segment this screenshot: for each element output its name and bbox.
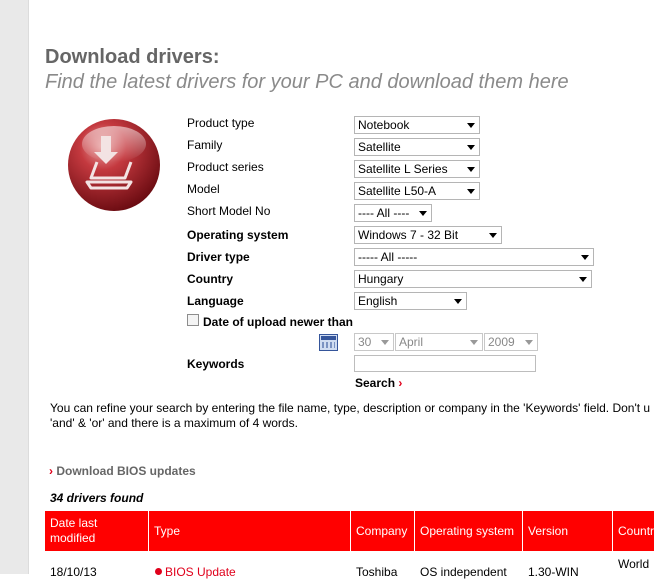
column-header-company[interactable]: Company (351, 511, 415, 551)
model-label: Model (187, 182, 220, 196)
search-help-line-1: You can refine your search by entering t… (50, 401, 651, 415)
calendar-header (321, 336, 336, 340)
chevron-down-icon (470, 340, 478, 345)
short-model-no-select[interactable]: ---- All ---- (354, 204, 432, 222)
operating-system-value: Windows 7 - 32 Bit (358, 228, 459, 242)
operating-system-label: Operating system (187, 228, 289, 242)
family-value: Satellite (358, 140, 401, 154)
product-type-select[interactable]: Notebook (354, 116, 480, 134)
chevron-right-icon: › (398, 376, 403, 390)
left-page-margin (0, 0, 29, 574)
column-header-date[interactable]: Date last modified (45, 511, 149, 551)
chevron-down-icon (467, 189, 475, 194)
keywords-label: Keywords (187, 357, 245, 371)
calendar-grid (322, 342, 335, 348)
model-select[interactable]: Satellite L50-A (354, 182, 480, 200)
upload-day-select[interactable]: 30 (354, 333, 394, 351)
chevron-down-icon (489, 233, 497, 238)
search-label: Search (355, 376, 396, 390)
family-label: Family (187, 138, 223, 152)
chevron-down-icon (467, 145, 475, 150)
download-notebook-icon (68, 119, 160, 211)
download-bios-updates-label: Download BIOS updates (56, 464, 196, 478)
operating-system-select[interactable]: Windows 7 - 32 Bit (354, 226, 502, 244)
chevron-down-icon (467, 123, 475, 128)
row-company: Toshiba (356, 565, 398, 579)
upload-day-value: 30 (358, 335, 372, 349)
column-header-type[interactable]: Type (149, 511, 351, 551)
page-title: Download drivers: (45, 46, 220, 68)
row-type-link[interactable]: BIOS Update (155, 565, 236, 579)
country-value: Hungary (358, 272, 404, 286)
product-series-select[interactable]: Satellite L Series (354, 160, 480, 178)
language-label: Language (187, 294, 244, 308)
chevron-down-icon (467, 167, 475, 172)
column-header-country[interactable]: Countr (613, 511, 654, 551)
row-date: 18/10/13 (50, 565, 97, 579)
chevron-right-icon: › (49, 464, 53, 478)
family-select[interactable]: Satellite (354, 138, 480, 156)
model-value: Satellite L50-A (358, 184, 437, 198)
column-header-os[interactable]: Operating system (415, 511, 523, 551)
language-value: English (358, 294, 398, 308)
driver-type-select[interactable]: ----- All ----- (354, 248, 594, 266)
chevron-down-icon (525, 340, 533, 345)
chevron-down-icon (381, 340, 389, 345)
row-os: OS independent (420, 565, 507, 579)
search-help-text: You can refine your search by entering t… (50, 401, 654, 431)
row-version: 1.30-WIN (528, 565, 579, 579)
country-select[interactable]: Hungary (354, 270, 592, 288)
date-of-upload-checkbox[interactable] (187, 314, 199, 326)
page-subtitle: Find the latest drivers for your PC and … (45, 71, 569, 93)
upload-month-select[interactable]: April (395, 333, 483, 351)
search-button[interactable]: Search › (355, 376, 402, 390)
upload-year-value: 2009 (488, 335, 515, 349)
column-header-version[interactable]: Version (523, 511, 613, 551)
short-model-no-label: Short Model No (187, 204, 271, 218)
upload-month-value: April (399, 335, 424, 349)
driver-type-value: ----- All ----- (358, 250, 418, 264)
chevron-down-icon (454, 299, 462, 304)
language-select[interactable]: English (354, 292, 467, 310)
chevron-down-icon (579, 277, 587, 282)
row-type: BIOS Update (165, 565, 236, 579)
product-series-value: Satellite L Series (358, 162, 448, 176)
calendar-icon[interactable] (319, 334, 338, 351)
chevron-down-icon (581, 255, 589, 260)
product-type-value: Notebook (358, 118, 410, 132)
keywords-input[interactable] (354, 355, 536, 372)
product-type-label: Product type (187, 116, 255, 130)
results-table-header: Date last modified Type Company Operatin… (45, 511, 654, 551)
chevron-down-icon (419, 211, 427, 216)
product-series-label: Product series (187, 160, 264, 174)
driver-type-label: Driver type (187, 250, 250, 264)
search-help-line-2: 'and' & 'or' and there is a maximum of 4… (50, 416, 298, 430)
upload-year-select[interactable]: 2009 (484, 333, 538, 351)
row-country: World (618, 557, 650, 571)
short-model-no-value: ---- All ---- (358, 206, 410, 220)
download-bios-updates-link[interactable]: › Download BIOS updates (49, 464, 196, 478)
country-label: Country (187, 272, 233, 286)
date-of-upload-label: Date of upload newer than (203, 315, 354, 329)
results-count: 34 drivers found (50, 491, 144, 505)
